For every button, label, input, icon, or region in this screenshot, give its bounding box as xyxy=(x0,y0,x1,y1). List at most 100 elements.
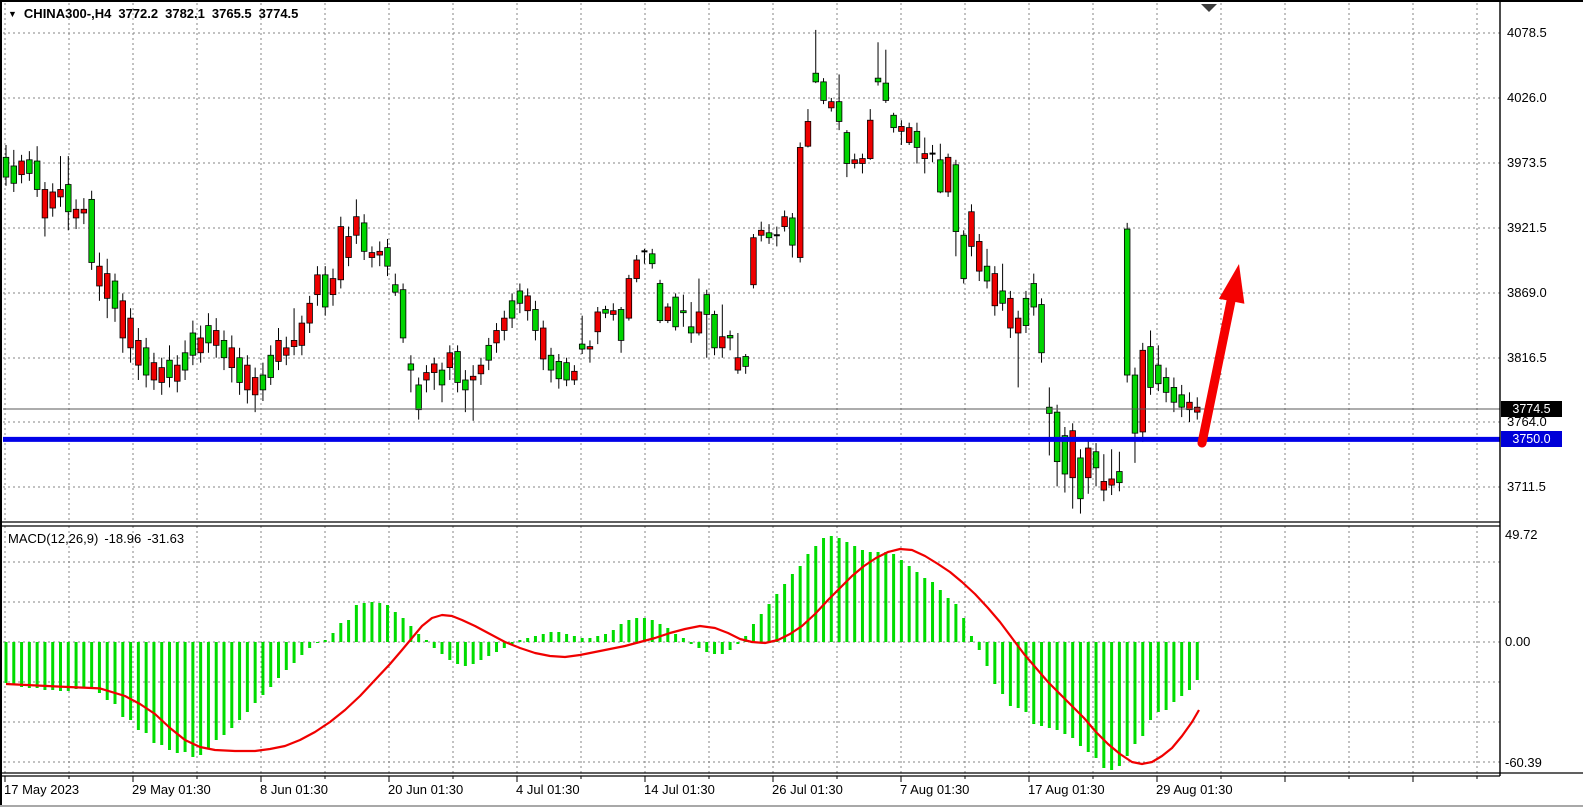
bull-candle xyxy=(727,335,733,337)
symbol-dropdown-icon: ▼ xyxy=(8,7,17,21)
bear-candle xyxy=(354,217,360,236)
time-tick-label: 26 Jul 01:30 xyxy=(772,782,843,798)
bear-candle xyxy=(307,303,313,323)
bear-candle xyxy=(470,376,476,380)
bull-candle xyxy=(556,361,562,378)
trend-arrow-head[interactable] xyxy=(1219,264,1245,304)
bull-candle xyxy=(1031,283,1037,307)
bear-candle xyxy=(1085,448,1091,478)
bull-candle xyxy=(712,314,718,347)
bull-candle xyxy=(486,345,492,360)
bull-candle xyxy=(875,78,881,82)
bear-candle xyxy=(525,296,531,311)
bull-candle xyxy=(112,281,118,308)
bear-candle xyxy=(665,307,671,321)
bear-candle xyxy=(852,160,858,164)
bull-candle xyxy=(1148,347,1154,388)
time-tick-label: 29 May 01:30 xyxy=(132,782,211,798)
bull-candle xyxy=(27,160,33,174)
bear-candle xyxy=(346,236,352,257)
bear-candle xyxy=(969,212,975,247)
close-value: 3774.5 xyxy=(259,6,299,21)
time-tick-label: 17 May 2023 xyxy=(4,782,79,798)
bear-candle xyxy=(431,364,437,373)
chart-canvas[interactable] xyxy=(0,0,1583,811)
bull-candle xyxy=(938,160,944,192)
bull-candle xyxy=(603,309,609,313)
bull-candle xyxy=(455,352,461,383)
trading-chart-window: { "header": { "symbol_period": "CHINA300… xyxy=(0,0,1583,811)
bull-candle xyxy=(182,353,188,370)
bull-candle xyxy=(260,375,266,390)
bull-candle xyxy=(11,166,17,183)
bull-candle xyxy=(1047,407,1053,413)
bull-candle xyxy=(1171,387,1177,402)
bear-candle xyxy=(330,279,336,295)
bear-candle xyxy=(245,365,251,390)
bear-candle xyxy=(97,266,103,286)
bear-candle xyxy=(120,301,126,338)
bull-candle xyxy=(618,309,624,340)
bear-candle xyxy=(720,337,726,348)
bull-candle xyxy=(322,275,328,307)
bear-candle xyxy=(58,189,64,196)
bull-candle xyxy=(385,248,391,267)
bear-candle xyxy=(81,209,87,213)
bull-candle xyxy=(237,358,243,383)
bear-candle xyxy=(151,363,157,380)
time-tick-label: 17 Aug 01:30 xyxy=(1028,782,1105,798)
bull-candle xyxy=(268,355,274,377)
bull-candle xyxy=(190,333,196,355)
bear-candle xyxy=(338,227,344,280)
bear-candle xyxy=(128,318,134,348)
time-tick-label: 29 Aug 01:30 xyxy=(1156,782,1233,798)
bear-candle xyxy=(899,126,905,131)
trend-arrow-shaft[interactable] xyxy=(1202,301,1231,443)
bull-candle xyxy=(408,364,414,370)
bear-candle xyxy=(1015,318,1021,333)
bear-candle xyxy=(198,338,204,353)
bull-candle xyxy=(813,73,819,82)
bear-candle xyxy=(587,347,593,349)
bear-candle xyxy=(136,340,142,365)
bear-candle xyxy=(1109,479,1115,485)
bull-candle xyxy=(548,355,554,370)
bear-candle xyxy=(283,348,289,355)
bear-candle xyxy=(213,331,219,346)
bull-candle xyxy=(844,133,850,164)
bear-candle xyxy=(502,318,508,330)
bull-candle xyxy=(766,233,772,238)
bull-candle xyxy=(836,102,842,122)
bull-candle xyxy=(221,340,227,357)
bull-candle xyxy=(1132,375,1138,433)
bear-candle xyxy=(922,154,928,159)
bear-candle xyxy=(299,323,305,345)
bear-candle xyxy=(1101,481,1107,490)
macd-indicator-header: MACD(12,26,9) -18.96 -31.63 xyxy=(8,531,184,546)
bull-candle xyxy=(89,199,95,262)
bull-candle xyxy=(509,301,515,318)
bull-candle xyxy=(914,131,920,147)
bear-candle xyxy=(805,121,811,146)
bear-candle xyxy=(159,368,165,383)
bear-candle xyxy=(73,209,79,218)
bear-candle xyxy=(1140,350,1146,432)
bear-candle xyxy=(945,157,951,192)
bull-candle xyxy=(984,266,990,281)
bear-candle xyxy=(447,353,453,368)
series-end-marker-icon xyxy=(1201,4,1217,12)
bull-candle xyxy=(1023,298,1029,325)
chart-header: ▼ CHINA300-,H4 3772.2 3782.1 3765.5 3774… xyxy=(8,6,298,21)
bear-candle xyxy=(478,365,484,374)
bull-candle xyxy=(953,165,959,232)
price-tick-label: 3869.0 xyxy=(1507,285,1547,301)
high-value: 3782.1 xyxy=(165,6,205,21)
bull-candle xyxy=(1039,305,1045,353)
bear-candle xyxy=(252,378,258,395)
bull-candle xyxy=(1093,452,1099,468)
bear-candle xyxy=(782,217,788,227)
bear-candle xyxy=(276,340,282,361)
bull-candle xyxy=(704,295,710,315)
bull-candle xyxy=(673,297,679,327)
bear-candle xyxy=(377,251,383,255)
